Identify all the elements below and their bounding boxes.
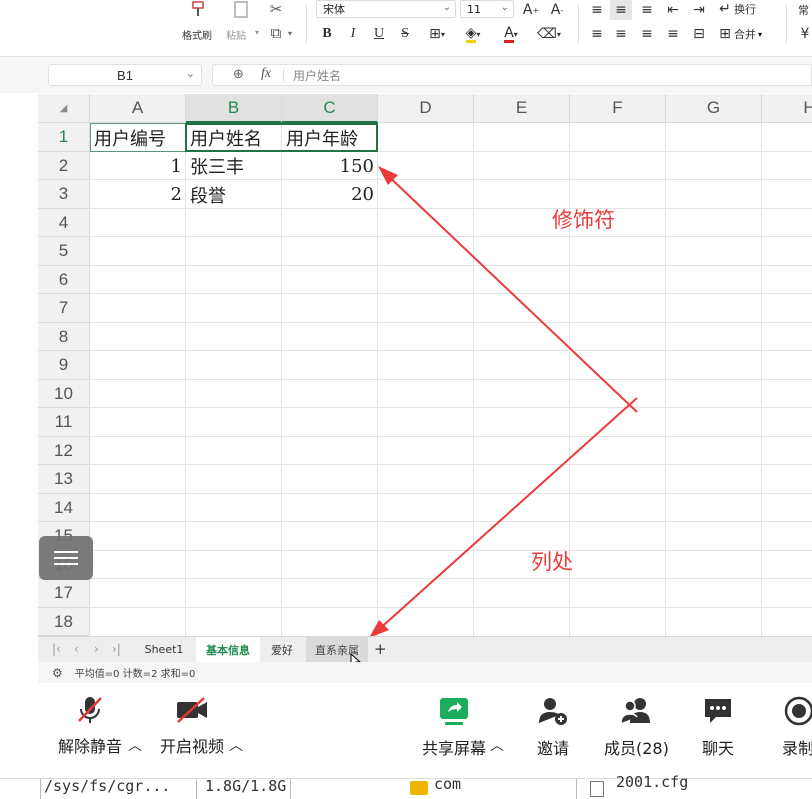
annotation-top: 修饰符 [552,208,615,232]
video-button[interactable]: 开启视频 [160,695,224,757]
share-screen-button[interactable]: 共享屏幕 [422,695,486,759]
unmute-label: 解除静音 [58,737,123,756]
floating-menu-button[interactable] [39,536,93,580]
record-button[interactable]: 录制 [782,695,812,759]
filesystem-size: 1.8G/1.8G [205,777,287,795]
chevron-up-icon[interactable]: ︿ [229,735,243,755]
members-button[interactable]: 成员(28) [604,695,669,759]
invite-button[interactable]: 邀请 [537,695,569,759]
filesystem-path: /sys/fs/cgr... [44,777,171,795]
share-screen-icon [440,698,468,725]
unmute-button[interactable]: 解除静音 [58,695,122,757]
share-screen-label: 共享屏幕 [422,739,487,758]
add-sheet-icon[interactable]: + [374,640,387,658]
folder-name: com [434,775,462,793]
sheet-tabs-bar: |‹ ‹ › ›| Sheet1 基本信息 爱好 直系亲属 + [38,636,812,669]
members-label: 成员(28) [604,739,669,758]
chat-label: 聊天 [702,739,735,758]
chat-icon [705,699,731,723]
members-icon [620,698,651,724]
invite-label: 邀请 [537,739,570,758]
chevron-up-icon[interactable]: ︿ [128,735,142,755]
background-window-strip: /sys/fs/cgr... 1.8G/1.8G com 2001.cfg [0,773,812,799]
muted-mic-icon [78,697,102,723]
invite-icon [539,698,567,725]
sheet-tab[interactable]: 爱好 [262,637,302,662]
file-name: 2001.cfg [616,773,689,791]
chevron-up-icon[interactable]: ︿ [490,735,504,755]
record-label: 录制 [782,739,812,758]
sheet-tab[interactable]: Sheet1 [134,637,194,662]
first-sheet-icon[interactable]: |‹ [52,642,61,656]
list-icon [54,547,78,569]
status-summary: 平均值=0 计数=2 求和=0 [74,669,196,680]
strip-divider [576,779,577,799]
status-settings-icon[interactable]: ⚙ [52,666,63,680]
folder-icon [410,781,428,795]
record-icon [784,696,812,726]
last-sheet-icon[interactable]: ›| [112,642,121,656]
sheet-tab-active[interactable]: 基本信息 [196,637,260,662]
next-sheet-icon[interactable]: › [94,642,99,656]
annotation-bottom: 列处 [531,550,573,574]
strip-divider [196,779,197,799]
video-label: 开启视频 [160,737,225,756]
strip-divider [40,779,41,799]
prev-sheet-icon[interactable]: ‹ [74,642,79,656]
strip-divider [290,779,291,799]
file-icon [590,781,604,797]
meeting-toolbar: 解除静音 ︿ 开启视频 ︿ 共享屏幕 ︿ 邀请 成员(28) 聊天 录制 [0,683,812,778]
status-bar: ⚙ 平均值=0 计数=2 求和=0 [38,662,812,683]
chat-button[interactable]: 聊天 [702,695,734,759]
video-off-icon [177,697,207,723]
